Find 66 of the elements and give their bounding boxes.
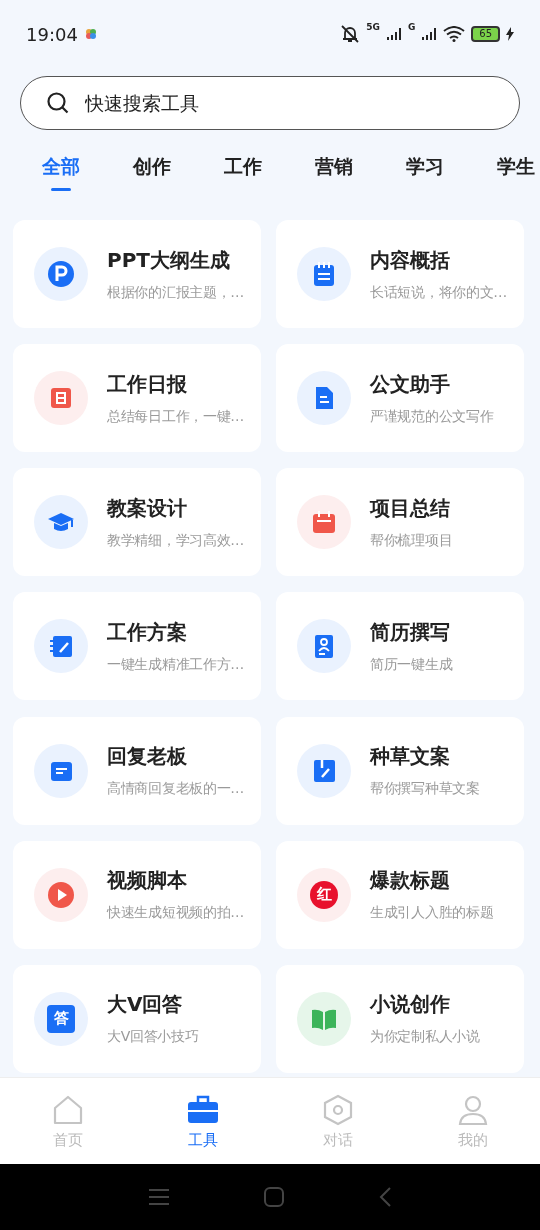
tool-description: 帮你梳理项目 [370,531,453,550]
tool-description: 一键生成精准工作方… [107,655,244,674]
badge-icon: 答 [47,1004,75,1033]
home-button-icon[interactable] [264,1187,284,1207]
tool-card[interactable]: 答 大V回答 大V回答小技巧 [13,964,261,1073]
signal-icon [421,27,438,41]
tool-card[interactable]: 项目总结 帮你梳理项目 [276,468,524,577]
tool-title: 内容概括 [370,246,451,274]
tool-card[interactable]: 教案设计 教学精细，学习高效… [13,468,261,577]
tool-card[interactable]: 简历撰写 简历一键生成 [276,592,524,701]
tool-title: 小说创作 [370,991,451,1019]
tool-description: 大V回答小技巧 [107,1028,199,1047]
tool-description: 为你定制私人小说 [370,1028,480,1047]
tool-title: 公文助手 [370,370,451,398]
clover-icon [83,27,98,41]
tool-title: 项目总结 [370,494,451,522]
tool-description: 总结每日工作，一键… [107,407,244,426]
tool-card[interactable]: 红 爆款标题 生成引人入胜的标题 [276,840,524,949]
category-tab[interactable]: 工作 [224,154,262,200]
tool-card[interactable]: 工作方案 一键生成精准工作方… [13,592,261,701]
category-tab[interactable]: 学习 [406,154,444,200]
battery-level: 65 [471,26,500,42]
clock: 19:04 [26,23,78,45]
badge-icon: 红 [310,880,338,909]
tool-title: 工作日报 [107,370,188,398]
tool-description: 长话短说，将你的文… [370,283,507,302]
bell-off-icon [340,24,361,44]
category-tab[interactable]: 全部 [42,154,80,200]
tool-description: 高情商回复老板的一… [107,780,244,799]
tool-card[interactable]: 工作日报 总结每日工作，一键… [13,344,261,453]
signal-icon [385,27,402,41]
tool-title: 教案设计 [107,494,188,522]
search-icon [46,91,70,115]
wifi-icon [443,26,466,42]
tool-card[interactable]: 小说创作 为你定制私人小说 [276,964,524,1073]
tool-card[interactable]: 视频脚本 快速生成短视频的拍… [13,840,261,949]
tool-description: 快速生成短视频的拍… [107,904,244,923]
tool-title: PPT大纲生成 [107,246,231,274]
tool-card[interactable]: 回复老板 高情商回复老板的一… [13,716,261,825]
tool-description: 简历一键生成 [370,655,453,674]
tool-title: 爆款标题 [370,867,451,895]
tool-card[interactable]: PPT大纲生成 根据你的汇报主题，… [13,220,261,328]
network-label: G [407,22,416,32]
tool-description: 教学精细，学习高效… [107,531,244,550]
tool-title: 种草文案 [370,743,451,771]
tool-card[interactable]: 种草文案 帮你撰写种草文案 [276,716,524,825]
tool-title: 回复老板 [107,743,188,771]
category-tab[interactable]: 营销 [315,154,353,200]
tool-title: 工作方案 [107,618,188,646]
tool-description: 根据你的汇报主题，… [107,283,244,302]
tool-card[interactable]: 公文助手 严谨规范的公文写作 [276,344,524,453]
tool-title: 视频脚本 [107,867,188,895]
back-icon[interactable] [379,1187,391,1207]
charging-icon [506,27,514,41]
tool-description: 严谨规范的公文写作 [370,407,494,426]
tool-description: 帮你撰写种草文案 [370,780,480,799]
category-tab[interactable]: 学生 [497,154,535,200]
tool-title: 简历撰写 [370,618,451,646]
tool-title: 大V回答 [107,991,184,1019]
tool-card[interactable]: 内容概括 长话短说，将你的文… [276,220,524,328]
search-field[interactable]: 快速搜索工具 [20,76,520,130]
nav-tab[interactable]: 工具 [135,1078,270,1164]
network-label: 5G [366,22,380,32]
tool-description: 生成引人入胜的标题 [370,904,494,923]
category-tab[interactable]: 创作 [133,154,171,200]
menu-icon[interactable] [149,1189,169,1205]
